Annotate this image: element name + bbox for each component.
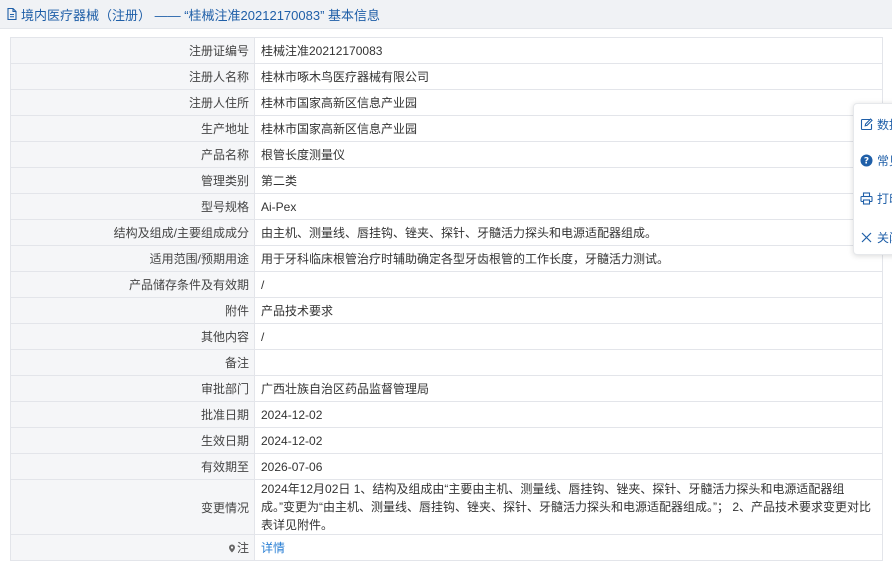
table-row: 生产地址 桂林市国家高新区信息产业园 (10, 115, 883, 142)
field-label: 生产地址 (10, 115, 255, 142)
field-value: 详情 (254, 534, 883, 561)
field-value: 桂林市国家高新区信息产业园 (254, 89, 883, 116)
field-label: 管理类别 (10, 167, 255, 194)
field-label: 产品名称 (10, 141, 255, 168)
question-icon: ? (860, 154, 873, 167)
table-row: 注 详情 (10, 534, 883, 561)
field-label: 附件 (10, 297, 255, 324)
svg-text:?: ? (864, 156, 869, 166)
field-label: 注册人住所 (10, 89, 255, 116)
field-label: 结构及组成/主要组成成分 (10, 219, 255, 246)
field-label: 注册证编号 (10, 37, 255, 64)
field-value: 桂械注准20212170083 (254, 37, 883, 64)
field-label: 有效期至 (10, 453, 255, 480)
field-label: 生效日期 (10, 427, 255, 454)
print-button[interactable]: 打印 (854, 183, 892, 213)
table-row: 注册人住所 桂林市国家高新区信息产业园 (10, 89, 883, 116)
table-row: 批准日期 2024-12-02 (10, 401, 883, 428)
table-row: 有效期至 2026-07-06 (10, 453, 883, 480)
close-button[interactable]: 关闭 (854, 222, 892, 252)
field-value: 产品技术要求 (254, 297, 883, 324)
edit-icon (860, 117, 873, 131)
field-label: 型号规格 (10, 193, 255, 220)
page-title: 境内医疗器械（注册） —— “桂械注准20212170083” 基本信息 (21, 7, 381, 23)
table-row: 备注 (10, 349, 883, 376)
field-value: 2024-12-02 (254, 427, 883, 454)
table-row: 结构及组成/主要组成成分 由主机、测量线、唇挂钩、锉夹、探针、牙髓活力探头和电源适… (10, 219, 883, 246)
field-label: 备注 (10, 349, 255, 376)
field-label: 注 (10, 534, 255, 561)
location-pin-icon (228, 542, 236, 553)
table-row: 型号规格 Ai-Pex (10, 193, 883, 220)
field-value: Ai-Pex (254, 193, 883, 220)
field-value: 由主机、测量线、唇挂钩、锉夹、探针、牙髓活力探头和电源适配器组成。 (254, 219, 883, 246)
field-value: 2026-07-06 (254, 453, 883, 480)
table-row: 管理类别 第二类 (10, 167, 883, 194)
field-value: 桂林市啄木鸟医疗器械有限公司 (254, 63, 883, 90)
close-icon (860, 231, 873, 244)
floating-action-panel: 数据纠错 ? 常见问题 打印 关闭 (853, 103, 892, 255)
field-value (254, 349, 883, 376)
print-icon (860, 191, 873, 205)
field-value: / (254, 323, 883, 350)
field-label: 产品储存条件及有效期 (10, 271, 255, 298)
close-label: 关闭 (877, 230, 892, 245)
field-value: 广西壮族自治区药品监督管理局 (254, 375, 883, 402)
print-label: 打印 (877, 191, 892, 206)
field-value: 2024年12月02日 1、结构及组成由“主要由主机、测量线、唇挂钩、锉夹、探针… (254, 479, 883, 535)
field-label: 批准日期 (10, 401, 255, 428)
table-row: 审批部门 广西壮族自治区药品监督管理局 (10, 375, 883, 402)
field-label: 审批部门 (10, 375, 255, 402)
field-label: 适用范围/预期用途 (10, 245, 255, 272)
table-row: 产品储存条件及有效期 / (10, 271, 883, 298)
faq-label: 常见问题 (877, 153, 892, 168)
table-row: 其他内容 / (10, 323, 883, 350)
table-row: 注册人名称 桂林市啄木鸟医疗器械有限公司 (10, 63, 883, 90)
field-value: 桂林市国家高新区信息产业园 (254, 115, 883, 142)
field-value: 2024-12-02 (254, 401, 883, 428)
field-label: 其他内容 (10, 323, 255, 350)
field-label: 变更情况 (10, 479, 255, 535)
table-row: 附件 产品技术要求 (10, 297, 883, 324)
data-correction-label: 数据纠错 (877, 117, 892, 132)
faq-button[interactable]: ? 常见问题 (854, 145, 892, 175)
page-header: 境内医疗器械（注册） —— “桂械注准20212170083” 基本信息 (0, 0, 892, 29)
data-correction-button[interactable]: 数据纠错 (854, 109, 892, 139)
field-value: 第二类 (254, 167, 883, 194)
field-value: / (254, 271, 883, 298)
field-label: 注册人名称 (10, 63, 255, 90)
field-value: 用于牙科临床根管治疗时辅助确定各型牙齿根管的工作长度，牙髓活力测试。 (254, 245, 883, 272)
field-value: 根管长度测量仪 (254, 141, 883, 168)
table-row: 适用范围/预期用途 用于牙科临床根管治疗时辅助确定各型牙齿根管的工作长度，牙髓活力… (10, 245, 883, 272)
table-row: 变更情况 2024年12月02日 1、结构及组成由“主要由主机、测量线、唇挂钩、锉… (10, 479, 883, 535)
table-row: 注册证编号 桂械注准20212170083 (10, 37, 883, 64)
document-icon (5, 7, 19, 21)
table-row: 生效日期 2024-12-02 (10, 427, 883, 454)
basic-info-table: 注册证编号 桂械注准20212170083 注册人名称 桂林市啄木鸟医疗器械有限公司… (10, 37, 883, 561)
table-row: 产品名称 根管长度测量仪 (10, 141, 883, 168)
